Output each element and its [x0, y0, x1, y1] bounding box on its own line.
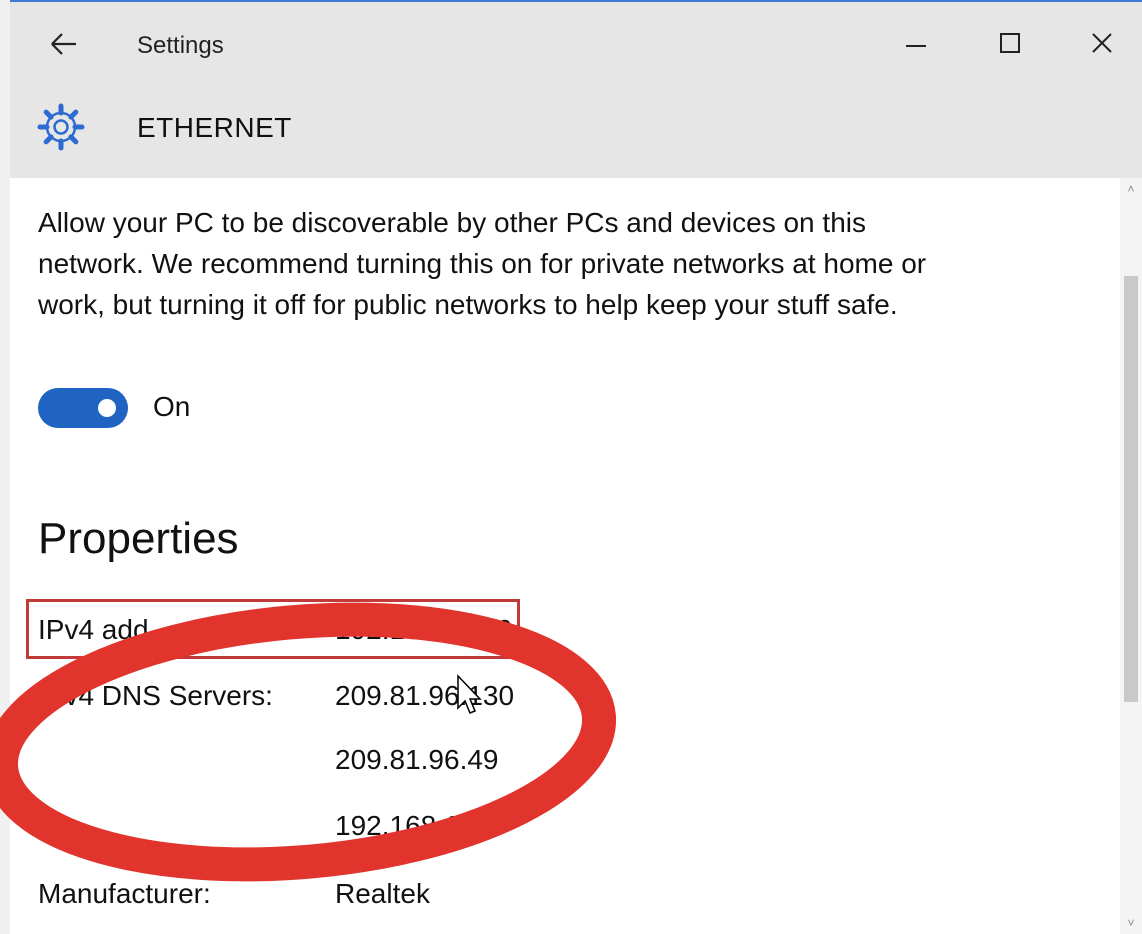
- manufacturer-value: Realtek: [335, 878, 430, 909]
- manufacturer-label: Manufacturer:: [38, 878, 211, 909]
- network-discovery-description: Allow your PC to be discoverable by othe…: [38, 207, 927, 320]
- gear-icon: [36, 102, 86, 152]
- toggle-knob: [98, 399, 116, 417]
- minimize-button[interactable]: [886, 18, 946, 68]
- maximize-icon: [1000, 33, 1020, 53]
- back-arrow-icon: [51, 33, 76, 55]
- dns-servers-label: IPv4 DNS Servers:: [38, 680, 273, 711]
- ipv4-address-value: 192.168.1.116: [335, 614, 512, 645]
- scroll-up-icon[interactable]: ˄: [1124, 182, 1138, 196]
- minimize-icon: [906, 45, 926, 47]
- back-button[interactable]: [40, 20, 88, 68]
- dns-server-1-value: 209.81.96.130: [335, 680, 515, 711]
- settings-window: Settings ETHERNET Allow your PC to be di…: [0, 0, 1142, 934]
- title-bar: Settings ETHERNET: [10, 2, 1142, 178]
- toggle-state-label: On: [153, 391, 191, 422]
- scroll-down-icon[interactable]: ˅: [1124, 916, 1138, 930]
- app-title: Settings: [137, 32, 224, 59]
- properties-heading: Properties: [38, 514, 239, 563]
- close-icon: [1092, 33, 1112, 53]
- ipv4-address-label: IPv4 add: [38, 614, 149, 645]
- window-left-border: [0, 0, 10, 934]
- vertical-scrollbar[interactable]: ˄ ˅: [1120, 178, 1142, 934]
- page-title: ETHERNET: [137, 112, 292, 143]
- dns-server-3-value: 192.168.1.1: [335, 810, 483, 841]
- dns-server-2-value: 209.81.96.49: [335, 744, 499, 775]
- maximize-button[interactable]: [980, 18, 1040, 68]
- close-button[interactable]: [1072, 18, 1132, 68]
- network-discovery-toggle[interactable]: [38, 388, 128, 428]
- settings-content: Allow your PC to be discoverable by othe…: [10, 178, 1120, 934]
- scroll-thumb[interactable]: [1124, 276, 1138, 702]
